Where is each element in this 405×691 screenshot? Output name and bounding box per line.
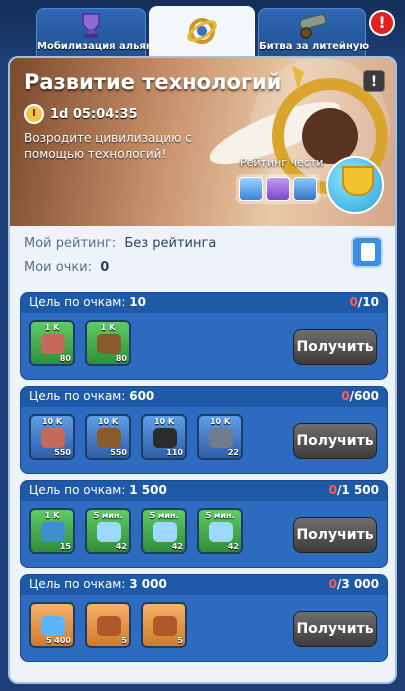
manual-book-icon — [153, 616, 177, 636]
goal-title: Цель по очкам: 3 000 — [29, 577, 167, 591]
reward-list: 10 K 550 10 K 550 10 K 110 10 K 22 — [29, 414, 243, 460]
speedup-icon — [293, 177, 317, 201]
coal-icon — [153, 428, 177, 448]
event-panel: Развитие технологий ! 1d 05:04:35 Возрод… — [8, 56, 397, 684]
goal-title: Цель по очкам: 1 500 — [29, 483, 167, 497]
goal-progress: 0/600 — [341, 389, 379, 403]
reward-item[interactable]: 10 K 550 — [85, 414, 131, 460]
alert-icon[interactable]: ! — [369, 10, 395, 36]
top-tab-bar: Мобилизация альянса Битва за литейную ! — [0, 0, 405, 60]
clock-icon — [24, 104, 44, 124]
my-points-value: 0 — [100, 260, 110, 275]
my-rating-row: Мой рейтинг: Без рейтинга — [24, 236, 216, 251]
manual-book-icon — [97, 616, 121, 636]
goal-target: 10 — [129, 295, 146, 309]
honor-rating-label: Рейтинг чести — [240, 156, 324, 169]
claim-button[interactable]: Получить — [293, 517, 377, 553]
event-description: Возродите цивилизацию с помощью технолог… — [24, 131, 192, 161]
goal-progress: 0/3 000 — [328, 577, 379, 591]
rating-section: Мой рейтинг: Без рейтинга Мои очки: 0 — [10, 226, 395, 288]
trophy-icon — [82, 13, 100, 38]
my-points-row: Мои очки: 0 — [24, 260, 109, 275]
rankings-document-icon[interactable] — [351, 236, 383, 268]
reward-item[interactable]: 1 K 15 — [29, 508, 75, 554]
key-icon — [266, 177, 290, 201]
goal-title: Цель по очкам: 600 — [29, 389, 155, 403]
reward-item[interactable]: 10 K 550 — [29, 414, 75, 460]
goal-card: Цель по очкам: 600 0/600 10 K 550 10 K 5… — [20, 386, 388, 474]
reward-item[interactable]: 10 K 110 — [141, 414, 187, 460]
event-timer: 1d 05:04:35 — [24, 104, 138, 124]
gem-icon — [239, 177, 263, 201]
tab-alliance-mobilization[interactable]: Мобилизация альянса — [36, 8, 166, 56]
gem-icon — [41, 616, 65, 636]
reward-list: 1 K 15 5 мин. 42 5 мин. 42 5 мин. 42 — [29, 508, 243, 554]
reward-item[interactable]: 5 400 — [29, 602, 75, 648]
goal-progress: 0/1 500 — [328, 483, 379, 497]
reward-item[interactable]: 5 мин. 42 — [141, 508, 187, 554]
goal-card: Цель по очкам: 10 0/10 1 K 80 1 K 80 Пол… — [20, 292, 388, 380]
potion-icon — [41, 522, 65, 542]
claim-button[interactable]: Получить — [293, 329, 377, 365]
reward-item[interactable]: 10 K 22 — [197, 414, 243, 460]
speedup-training-icon — [209, 522, 233, 542]
claim-button[interactable]: Получить — [293, 423, 377, 459]
reward-item[interactable]: 5 — [141, 602, 187, 648]
tab-label: Мобилизация альянса — [37, 41, 166, 52]
tab-label: Битва за литейную — [259, 41, 370, 52]
meat-icon — [41, 334, 65, 354]
honor-rewards[interactable] — [236, 174, 320, 204]
page-title: Развитие технологий — [24, 70, 282, 94]
wood-icon — [97, 428, 121, 448]
event-banner: Развитие технологий ! 1d 05:04:35 Возрод… — [10, 58, 395, 226]
timer-value: 1d 05:04:35 — [50, 106, 138, 122]
goal-card: Цель по очкам: 1 500 0/1 500 1 K 15 5 ми… — [20, 480, 388, 568]
goal-title: Цель по очкам: 10 — [29, 295, 146, 309]
info-button[interactable]: ! — [363, 70, 385, 92]
reward-item[interactable]: 1 K 80 — [85, 320, 131, 366]
reward-list: 1 K 80 1 K 80 — [29, 320, 131, 366]
claim-button[interactable]: Получить — [293, 611, 377, 647]
wood-icon — [97, 334, 121, 354]
reward-list: 5 400 5 5 — [29, 602, 187, 648]
goal-target: 3 000 — [129, 577, 167, 591]
iron-icon — [209, 428, 233, 448]
my-rating-label: Мой рейтинг: — [24, 236, 117, 251]
goal-progress: 0/10 — [349, 295, 379, 309]
speedup-research-icon — [153, 522, 177, 542]
goal-target: 600 — [129, 389, 155, 403]
reward-item[interactable]: 5 мин. 42 — [85, 508, 131, 554]
tab-foundry-battle[interactable]: Битва за литейную — [258, 8, 370, 56]
goal-target: 1 500 — [129, 483, 167, 497]
my-points-label: Мои очки: — [24, 260, 93, 275]
honor-trophy-icon[interactable] — [326, 156, 384, 214]
cannon-icon — [299, 13, 327, 39]
technology-gear-icon — [187, 18, 217, 44]
tab-technology[interactable] — [149, 6, 255, 60]
reward-item[interactable]: 5 мин. 42 — [197, 508, 243, 554]
speedup-icon — [97, 522, 121, 542]
meat-icon — [41, 428, 65, 448]
goal-card: Цель по очкам: 3 000 0/3 000 5 400 5 5 П… — [20, 574, 388, 662]
my-rating-value: Без рейтинга — [124, 236, 217, 251]
reward-item[interactable]: 5 — [85, 602, 131, 648]
reward-item[interactable]: 1 K 80 — [29, 320, 75, 366]
